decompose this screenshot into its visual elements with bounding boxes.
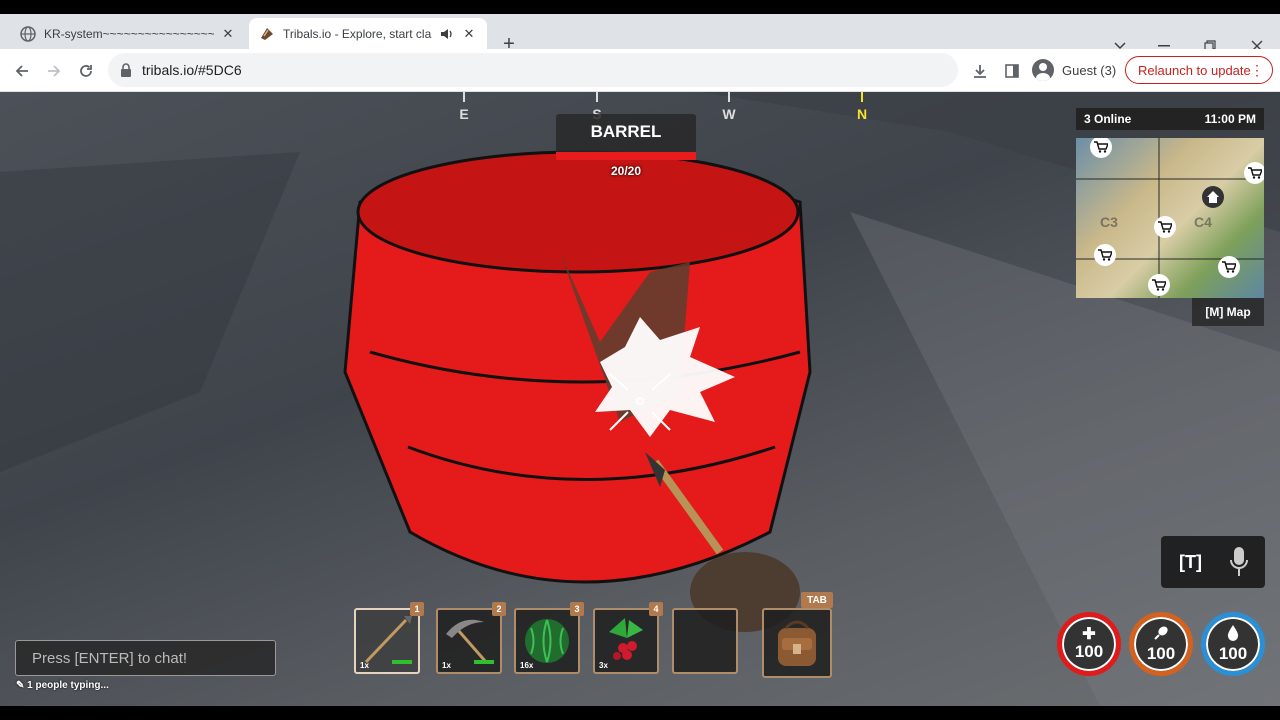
shop-cart-icon (1090, 138, 1112, 158)
profile-button[interactable]: Guest (3) (1032, 55, 1116, 85)
reload-icon[interactable] (72, 57, 100, 85)
close-tab-icon[interactable]: ✕ (220, 26, 236, 42)
top-black-bar (0, 0, 1280, 14)
slot-number: 3 (570, 602, 584, 616)
slot-quantity: 1x (442, 661, 451, 670)
shop-cart-icon (1154, 216, 1176, 238)
typing-text: 1 people typing... (27, 680, 109, 691)
pencil-icon: ✎ (16, 680, 25, 691)
water-value: 100 (1218, 644, 1248, 663)
drumstick-icon (1153, 625, 1169, 645)
screen: KR-system~~~~~~~~~~~~~~~~ ✕ Tribals.io -… (0, 0, 1280, 720)
browser-toolbar: tribals.io/#5DC6 Guest (3) Relaunch to u… (0, 49, 1280, 92)
health-value: 100 (1074, 642, 1104, 661)
microphone-icon[interactable] (1229, 546, 1249, 583)
game-time: 11:00 PM (1204, 112, 1256, 126)
inventory-bag-button[interactable] (762, 608, 832, 678)
minimap-header: 3 Online 11:00 PM (1076, 108, 1264, 130)
relaunch-to-update-button[interactable]: Relaunch to update ⋮ (1125, 56, 1273, 84)
address-bar[interactable]: tribals.io/#5DC6 (108, 53, 958, 87)
hotbar-slot-1[interactable]: 1 1x (354, 602, 424, 674)
shop-cart-icon (1244, 162, 1264, 184)
health-meter: ✚ 100 (1057, 612, 1121, 676)
tab-title: KR-system~~~~~~~~~~~~~~~~ (44, 26, 214, 41)
durability-bar (392, 660, 412, 664)
hotbar-slot-3[interactable]: 3 16x (514, 602, 584, 674)
compass-label: W (722, 106, 736, 122)
relaunch-label: Relaunch to update (1138, 62, 1251, 78)
slot-quantity: 16x (520, 661, 534, 670)
target-health-fill (556, 152, 696, 160)
minimap[interactable]: C3 C4 (1076, 138, 1264, 298)
hotbar-slot-4[interactable]: 4 3x (593, 602, 663, 674)
game-viewport[interactable]: E S W N BARREL 20/20 3 Online 11:00 PM C… (0, 92, 1280, 706)
slot-quantity: 1x (360, 661, 369, 670)
water-meter: 100 (1201, 612, 1265, 676)
online-count: 3 Online (1084, 112, 1132, 126)
chat-input[interactable]: Press [ENTER] to chat! (15, 640, 276, 676)
tab-title: Tribals.io - Explore, start cla (283, 26, 432, 41)
grid-label: C4 (1194, 214, 1212, 230)
forward-arrow-icon[interactable] (40, 57, 68, 85)
slot-number: 2 (492, 602, 506, 616)
download-icon[interactable] (966, 57, 994, 85)
hotbar-slot-2[interactable]: 2 1x (436, 602, 506, 674)
profile-label: Guest (3) (1062, 62, 1117, 78)
compass-label: E (459, 106, 469, 122)
tab-kr-system[interactable]: KR-system~~~~~~~~~~~~~~~~ ✕ (10, 18, 246, 49)
close-tab-icon[interactable]: ✕ (461, 26, 477, 42)
avatar-icon (1032, 59, 1054, 81)
tab-strip: KR-system~~~~~~~~~~~~~~~~ ✕ Tribals.io -… (0, 14, 1280, 55)
voice-chat-panel[interactable]: [T] (1161, 536, 1265, 588)
back-arrow-icon[interactable] (8, 57, 36, 85)
more-menu-icon[interactable]: ⋮ (1250, 61, 1264, 79)
backpack-icon (778, 620, 816, 666)
side-panel-icon[interactable] (998, 57, 1026, 85)
barrel-graphic (343, 150, 812, 584)
slot-number: 4 (649, 602, 663, 616)
shop-cart-icon (1094, 244, 1116, 266)
durability-bar (474, 660, 494, 664)
bag-key-badge: TAB (801, 592, 833, 608)
slot-quantity: 3x (599, 661, 608, 670)
shop-cart-icon (1148, 274, 1170, 296)
health-plus-icon: ✚ (1082, 626, 1096, 643)
target-health-bar (556, 152, 696, 160)
food-value: 100 (1146, 644, 1176, 663)
shop-cart-icon (1218, 256, 1240, 278)
water-drop-icon (1227, 625, 1239, 645)
voice-key-label: [T] (1179, 551, 1202, 572)
home-icon (1202, 186, 1224, 208)
lock-icon (120, 63, 134, 77)
compass-label: N (856, 106, 868, 122)
slot-number: 1 (410, 602, 424, 616)
url-text: tribals.io/#5DC6 (142, 62, 242, 78)
globe-icon (20, 25, 36, 42)
target-name: BARREL (556, 114, 696, 154)
tab-tribals[interactable]: Tribals.io - Explore, start cla ✕ (249, 18, 487, 49)
map-button[interactable]: [M] Map (1192, 298, 1264, 326)
typing-status: ✎ 1 people typing... (16, 680, 109, 691)
grid-label: C3 (1100, 214, 1118, 230)
food-meter: 100 (1129, 612, 1193, 676)
bottom-black-bar (0, 706, 1280, 720)
target-health-text: 20/20 (610, 164, 642, 178)
speaker-icon[interactable] (439, 26, 455, 42)
tribals-favicon-icon (259, 26, 275, 42)
hotbar-slot-5-empty[interactable] (672, 608, 738, 674)
